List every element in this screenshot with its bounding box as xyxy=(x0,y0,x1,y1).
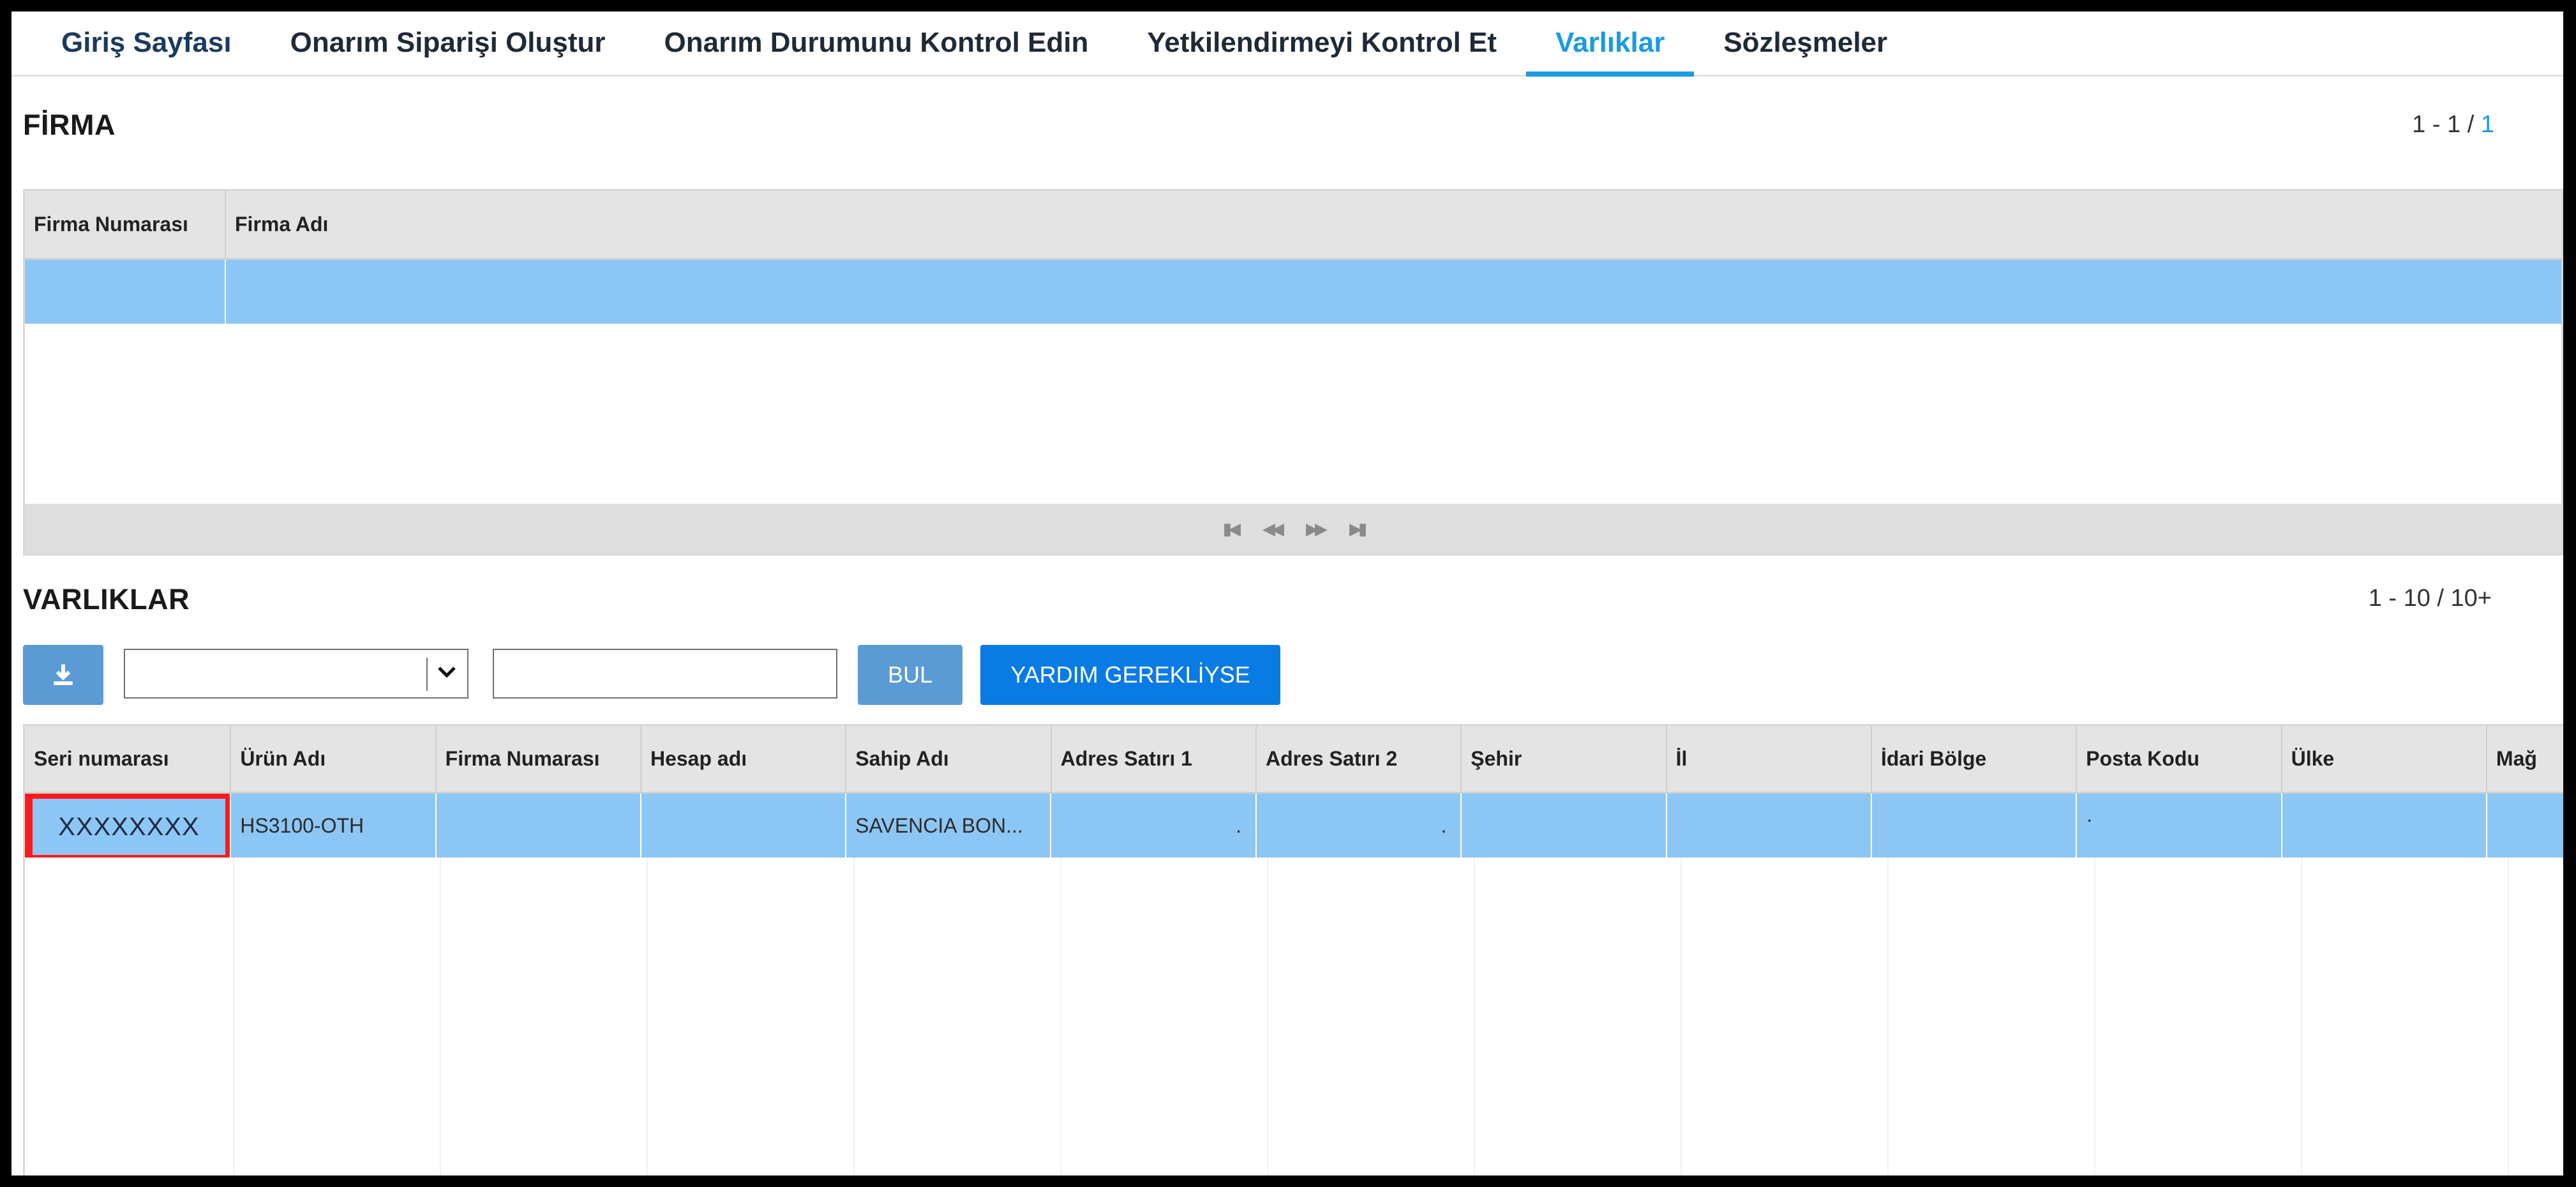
tab-create-repair-order[interactable]: Onarım Siparişi Oluştur xyxy=(261,11,635,75)
column-divider xyxy=(1887,858,1889,1176)
column-header-address-line-2[interactable]: Adres Satırı 2 xyxy=(1257,726,1462,792)
cell-admin-region xyxy=(1872,794,2078,858)
column-header-firma-number[interactable]: Firma Numarası xyxy=(437,726,641,792)
column-header-account-name[interactable]: Hesap adı xyxy=(641,726,847,792)
column-header-serial-number[interactable]: Seri numarası xyxy=(25,726,232,792)
firma-pager-count: 1 - 1 / 1 xyxy=(2412,111,2494,139)
column-divider xyxy=(1060,858,1061,1176)
column-divider xyxy=(2094,858,2095,1176)
cell-address-line-1: . xyxy=(1051,794,1257,858)
help-button[interactable]: YARDIM GEREKLİYSE xyxy=(980,645,1280,705)
column-divider xyxy=(647,858,648,1176)
top-nav: Giriş Sayfası Onarım Siparişi Oluştur On… xyxy=(11,11,2563,77)
column-divider xyxy=(2301,858,2302,1176)
column-divider xyxy=(2508,858,2509,1176)
column-divider xyxy=(233,858,234,1176)
column-header-city[interactable]: Şehir xyxy=(1462,726,1667,792)
tab-check-repair-status[interactable]: Onarım Durumunu Kontrol Edin xyxy=(635,11,1118,75)
column-divider xyxy=(1474,858,1475,1176)
table-row[interactable] xyxy=(25,260,2561,324)
firma-grid: Firma Numarası Firma Adı ▮◀ ◀◀ ▶▶ ▶▮ xyxy=(23,189,2563,556)
first-page-icon[interactable]: ▮◀ xyxy=(1223,519,1241,539)
tab-contracts[interactable]: Sözleşmeler xyxy=(1694,11,1917,75)
select-separator xyxy=(426,658,428,691)
cell-serial-number[interactable]: XXXXXXXX xyxy=(25,794,232,858)
app-frame: Giriş Sayfası Onarım Siparişi Oluştur On… xyxy=(11,11,2563,1176)
tab-assets[interactable]: Varlıklar xyxy=(1526,11,1695,77)
tab-home[interactable]: Giriş Sayfası xyxy=(32,11,261,75)
column-divider xyxy=(440,858,441,1176)
column-header-product-name[interactable]: Ürün Adı xyxy=(231,726,437,792)
firma-grid-header: Firma Numarası Firma Adı xyxy=(25,191,2561,260)
column-divider xyxy=(1681,858,1682,1176)
column-header-firma-number[interactable]: Firma Numarası xyxy=(25,191,226,258)
serial-number-value: XXXXXXXX xyxy=(58,812,200,841)
last-page-icon[interactable]: ▶▮ xyxy=(1349,519,1367,539)
column-divider xyxy=(853,858,855,1176)
cell-owner-name: SAVENCIA BON... xyxy=(846,794,1052,858)
column-header-province[interactable]: İl xyxy=(1667,726,1872,792)
assets-pager-count: 1 - 10 / 10+ xyxy=(2368,585,2492,612)
firma-pager-total: 1 xyxy=(2480,111,2494,138)
next-page-icon[interactable]: ▶▶ xyxy=(1306,519,1328,539)
previous-page-icon[interactable]: ◀◀ xyxy=(1262,519,1284,539)
assets-section-title: VARLIKLAR xyxy=(23,583,190,616)
column-header-address-line-1[interactable]: Adres Satırı 1 xyxy=(1052,726,1257,792)
firma-pager-prefix: 1 - 1 / xyxy=(2412,111,2481,138)
cell-firma-number xyxy=(25,260,226,324)
cell-postal-code: · xyxy=(2077,794,2282,858)
chevron-down-icon[interactable] xyxy=(435,660,458,683)
assets-grid-header: Seri numarası Ürün Adı Firma Numarası He… xyxy=(25,726,2563,794)
column-divider xyxy=(1267,858,1268,1176)
cell-product-name: HS3100-OTH xyxy=(231,794,437,858)
assets-grid: Seri numarası Ürün Adı Firma Numarası He… xyxy=(23,724,2563,1176)
tab-check-authorization[interactable]: Yetkilendirmeyi Kontrol Et xyxy=(1118,11,1526,75)
find-button[interactable]: BUL xyxy=(858,645,962,705)
column-header-admin-region[interactable]: İdari Bölge xyxy=(1872,726,2078,792)
firma-section-title: FİRMA xyxy=(23,109,116,141)
empty-rows-area xyxy=(25,858,2563,1176)
cell-province xyxy=(1667,794,1873,858)
search-field-select[interactable] xyxy=(124,649,468,699)
column-header-store[interactable]: Mağ xyxy=(2487,726,2563,792)
download-button[interactable] xyxy=(23,645,103,705)
table-row[interactable]: XXXXXXXX HS3100-OTH SAVENCIA BON... . . … xyxy=(25,794,2563,858)
column-header-firma-name[interactable]: Firma Adı xyxy=(226,191,2561,258)
column-header-owner-name[interactable]: Sahip Adı xyxy=(846,726,1052,792)
assets-toolbar: BUL YARDIM GEREKLİYSE xyxy=(23,645,1299,706)
column-header-postal-code[interactable]: Posta Kodu xyxy=(2077,726,2282,792)
cell-account-name xyxy=(641,794,847,858)
firma-pager-bar: ▮◀ ◀◀ ▶▶ ▶▮ xyxy=(25,504,2561,554)
search-input[interactable] xyxy=(493,649,837,699)
column-header-country[interactable]: Ülke xyxy=(2282,726,2487,792)
cell-firma-number xyxy=(437,794,641,858)
download-icon xyxy=(54,664,73,685)
serial-number-highlight: XXXXXXXX xyxy=(25,794,230,858)
cell-store xyxy=(2487,794,2563,858)
cell-country xyxy=(2282,794,2487,858)
cell-city xyxy=(1462,794,1667,858)
cell-firma-name xyxy=(226,260,2561,324)
cell-address-line-2: . xyxy=(1257,794,1462,858)
